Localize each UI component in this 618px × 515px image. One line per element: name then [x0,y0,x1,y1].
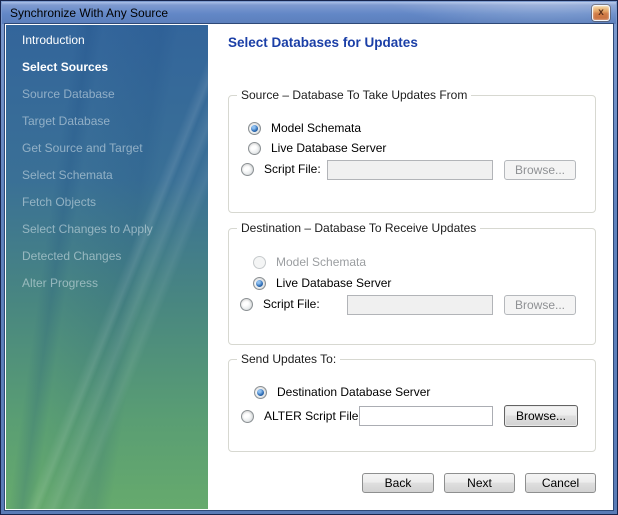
radio-label-destination-live-database-server[interactable]: Live Database Server [276,276,391,291]
close-icon: x [593,6,609,20]
destination-browse-button: Browse... [504,295,576,315]
close-button[interactable]: x [592,5,610,21]
cancel-button[interactable]: Cancel [525,473,596,493]
content-pane: Select Databases for Updates Source – Da… [208,25,612,509]
radio-label-source-model-schemata[interactable]: Model Schemata [271,121,361,136]
window-title: Synchronize With Any Source [10,2,168,24]
radio-label-alter-script-file[interactable]: ALTER Script File: [264,409,362,424]
source-script-file-input [327,160,493,180]
sidebar-item-target-database: Target Database [6,108,208,135]
wizard-step-list: Introduction Select Sources Source Datab… [6,25,208,297]
radio-label-source-live-database-server[interactable]: Live Database Server [271,141,386,156]
radio-destination-model-schemata [253,256,266,269]
radio-label-destination-database-server[interactable]: Destination Database Server [277,385,430,400]
sidebar-item-source-database: Source Database [6,81,208,108]
group-send-updates-title: Send Updates To: [237,352,340,366]
sidebar-item-get-source-and-target: Get Source and Target [6,135,208,162]
radio-label-destination-script-file[interactable]: Script File: [263,297,320,312]
wizard-steps-sidebar: Introduction Select Sources Source Datab… [6,25,208,509]
alter-browse-button[interactable]: Browse... [504,405,578,427]
group-source: Source – Database To Take Updates From M… [228,95,596,213]
sidebar-item-fetch-objects: Fetch Objects [6,189,208,216]
page-title: Select Databases for Updates [228,35,418,50]
radio-source-live-database-server[interactable] [248,142,261,155]
group-source-title: Source – Database To Take Updates From [237,88,471,102]
radio-label-destination-model-schemata: Model Schemata [276,255,366,270]
source-browse-button: Browse... [504,160,576,180]
radio-destination-database-server[interactable] [254,386,267,399]
radio-label-source-script-file[interactable]: Script File: [264,162,321,177]
alter-script-file-input[interactable] [359,406,493,426]
sidebar-item-select-sources: Select Sources [6,54,208,81]
dialog-window: Synchronize With Any Source x Introducti… [0,0,618,515]
group-destination-title: Destination – Database To Receive Update… [237,221,480,235]
sidebar-item-introduction: Introduction [6,27,208,54]
group-send-updates-to: Send Updates To: Destination Database Se… [228,359,596,452]
radio-alter-script-file[interactable] [241,410,254,423]
dialog-body: Introduction Select Sources Source Datab… [5,24,613,510]
back-button[interactable]: Back [362,473,434,493]
group-destination: Destination – Database To Receive Update… [228,228,596,345]
next-button[interactable]: Next [444,473,515,493]
radio-source-script-file[interactable] [241,163,254,176]
sidebar-item-alter-progress: Alter Progress [6,270,208,297]
destination-script-file-input [347,295,493,315]
radio-destination-script-file[interactable] [240,298,253,311]
sidebar-item-select-changes-to-apply: Select Changes to Apply [6,216,208,243]
titlebar: Synchronize With Any Source x [2,2,616,24]
radio-destination-live-database-server[interactable] [253,277,266,290]
sidebar-item-select-schemata: Select Schemata [6,162,208,189]
sidebar-item-detected-changes: Detected Changes [6,243,208,270]
radio-source-model-schemata[interactable] [248,122,261,135]
